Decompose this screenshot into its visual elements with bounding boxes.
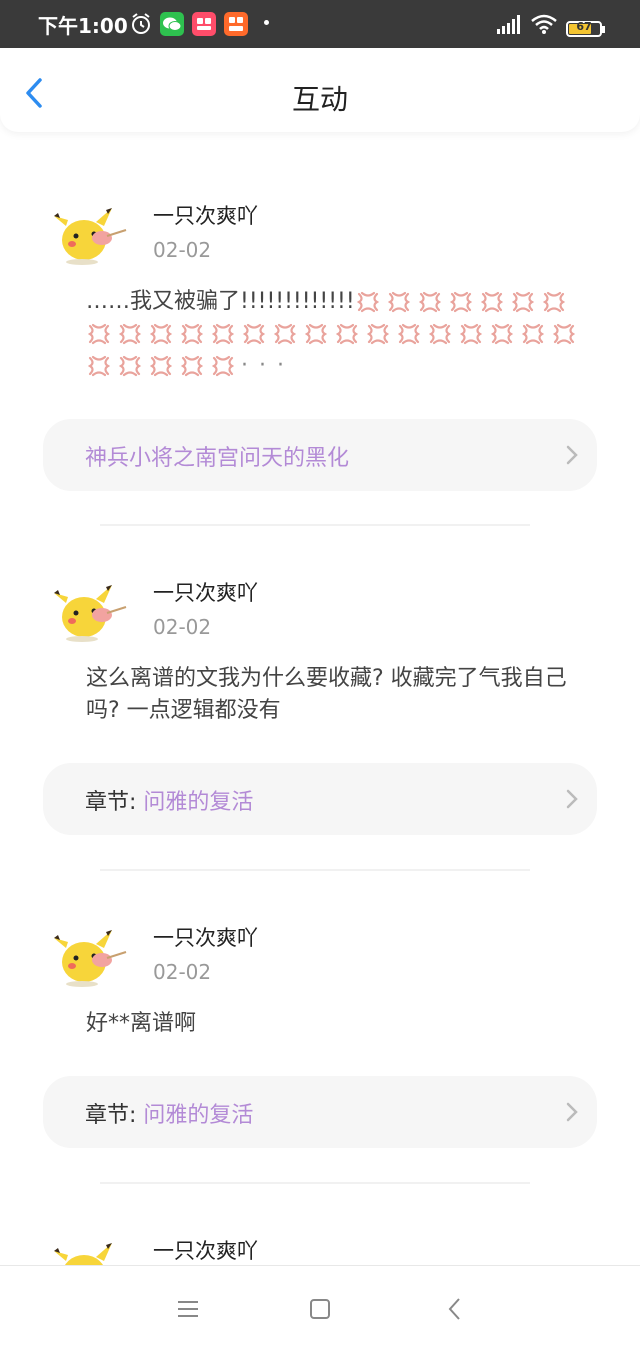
battery-tip — [602, 26, 605, 33]
anger-emoji-icon — [211, 323, 235, 345]
anger-emoji-icon — [242, 323, 266, 345]
anger-emoji-icon — [356, 291, 379, 313]
chapter-link-card[interactable]: 章节: 问雅的复活 — [43, 763, 597, 835]
comment-text: 好**离谱啊 — [86, 1011, 197, 1036]
anger-emoji-icon — [366, 323, 390, 345]
anger-emoji-icon — [459, 323, 483, 345]
anger-emoji-icon — [542, 291, 565, 313]
anger-emoji-icon — [118, 355, 142, 377]
anger-emoji-icon — [418, 291, 441, 313]
username[interactable]: 一只次爽吖 — [153, 577, 258, 607]
anger-emoji-icon — [118, 323, 142, 345]
app-icon — [192, 12, 216, 36]
comment-text: 这么离谱的文我为什么要收藏? 收藏完了气我自己吗? 一点逻辑都没有 — [86, 666, 567, 723]
chapter-prefix: 章节: — [85, 790, 144, 815]
username[interactable]: 一只次爽吖 — [153, 1235, 258, 1265]
system-nav-bar — [0, 1265, 640, 1352]
anger-emoji-icon — [480, 291, 503, 313]
novel-link-card[interactable]: 神兵小将之南宫问天的黑化 — [43, 419, 597, 491]
comment-date: 02-02 — [153, 238, 212, 262]
divider — [100, 869, 530, 871]
header: 互动 — [0, 48, 640, 132]
divider — [100, 524, 530, 526]
novel-link-label: 神兵小将之南宫问天的黑化 — [85, 440, 349, 472]
anger-emoji-icon — [180, 323, 204, 345]
chevron-right-icon — [566, 445, 578, 465]
battery-icon: 67 — [566, 20, 602, 37]
username[interactable]: 一只次爽吖 — [153, 200, 258, 230]
anger-emoji-icon — [449, 291, 472, 313]
anger-emoji-icon — [521, 323, 545, 345]
chapter-title: 问雅的复活 — [143, 1103, 254, 1128]
comment-date: 02-02 — [153, 960, 212, 984]
status-bar: 下午1:00 67 — [0, 0, 640, 48]
pikachu-avatar[interactable] — [52, 573, 130, 645]
status-time: 下午1:00 — [38, 14, 128, 38]
chapter-link-card[interactable]: 章节: 问雅的复活 — [43, 1076, 597, 1148]
chapter-prefix: 章节: — [85, 1103, 144, 1128]
anger-emoji-icon — [87, 355, 111, 377]
chevron-right-icon — [566, 1102, 578, 1122]
comment-text-trailing: · · · — [241, 353, 286, 378]
anger-emoji-icon — [211, 355, 235, 377]
anger-emoji-icon — [428, 323, 452, 345]
anger-emoji-icon — [397, 323, 421, 345]
back-icon[interactable] — [440, 1294, 470, 1324]
page-title: 互动 — [291, 83, 348, 116]
chapter-link-label: 章节: 问雅的复活 — [85, 784, 253, 816]
pikachu-avatar[interactable] — [52, 196, 130, 268]
anger-emoji-icon — [273, 323, 297, 345]
anger-emoji-icon — [335, 323, 359, 345]
anger-emoji-icon — [490, 323, 514, 345]
chapter-title: 问雅的复活 — [143, 790, 254, 815]
divider — [100, 1182, 530, 1184]
anger-emoji-icon — [511, 291, 534, 313]
wifi-icon — [531, 14, 557, 34]
anger-emoji-icon — [304, 323, 328, 345]
signal-icon — [497, 15, 520, 34]
alarm-icon — [132, 13, 150, 34]
anger-emoji-icon — [149, 355, 173, 377]
comment-date: 02-02 — [153, 615, 212, 639]
notification-dot — [264, 20, 269, 25]
menu-icon[interactable] — [173, 1294, 203, 1324]
comment-text: ……我又被骗了!!!!!!!!!!!!! · · · — [86, 286, 586, 382]
pikachu-avatar[interactable] — [52, 918, 130, 990]
comment-text-main: ……我又被骗了!!!!!!!!!!!!! — [86, 289, 355, 314]
anger-emoji-icon — [180, 355, 204, 377]
app-icon — [224, 12, 248, 36]
username[interactable]: 一只次爽吖 — [153, 922, 258, 952]
anger-emoji-icon — [149, 323, 173, 345]
home-icon[interactable] — [305, 1294, 335, 1324]
wechat-icon — [160, 12, 184, 36]
chapter-link-label: 章节: 问雅的复活 — [85, 1097, 253, 1129]
battery-level: 67 — [576, 20, 592, 33]
chevron-right-icon — [566, 789, 578, 809]
novel-title: 神兵小将之南宫问天的黑化 — [85, 446, 350, 471]
anger-emoji-icon — [87, 323, 111, 345]
anger-emoji-icon — [387, 291, 410, 313]
anger-emoji-icon — [552, 323, 576, 345]
